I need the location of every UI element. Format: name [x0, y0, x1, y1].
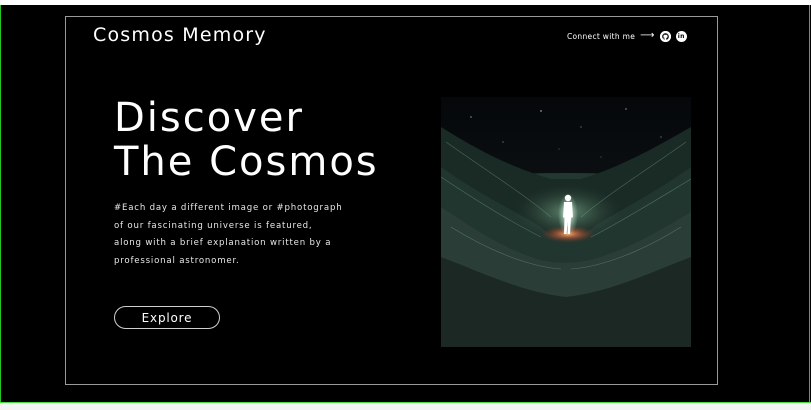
hero-image	[441, 97, 691, 347]
github-icon-glyph	[659, 30, 671, 42]
browser-top-strip	[0, 0, 811, 5]
github-icon[interactable]	[659, 30, 671, 42]
browser-bottom-strip	[0, 403, 811, 410]
hero-title-line-1: Discover	[114, 95, 304, 141]
left-edge-line	[0, 5, 1, 405]
connect-label: Connect with me	[567, 31, 636, 41]
brand-logo-text[interactable]: Cosmos Memory	[93, 24, 267, 46]
linkedin-icon[interactable]: in	[675, 30, 687, 42]
hero-title-line-2: The Cosmos	[114, 139, 379, 185]
description-line: #Each day a different image or #photogra…	[114, 203, 343, 213]
description-line: along with a brief explanation written b…	[114, 238, 332, 249]
description-line: professional astronomer.	[114, 255, 240, 266]
description-line: of our fascinating universe is featured,	[114, 220, 313, 231]
astronaut-canyon-image	[441, 97, 691, 347]
hero-description: #Each day a different image or #photogra…	[114, 200, 414, 270]
explore-button[interactable]: Explore	[114, 306, 220, 329]
hero-title: Discover The Cosmos	[114, 96, 379, 184]
connect-links: Connect with me ⟶ in	[567, 29, 687, 43]
arrow-right-icon: ⟶	[640, 30, 655, 41]
right-edge-line	[809, 5, 810, 405]
